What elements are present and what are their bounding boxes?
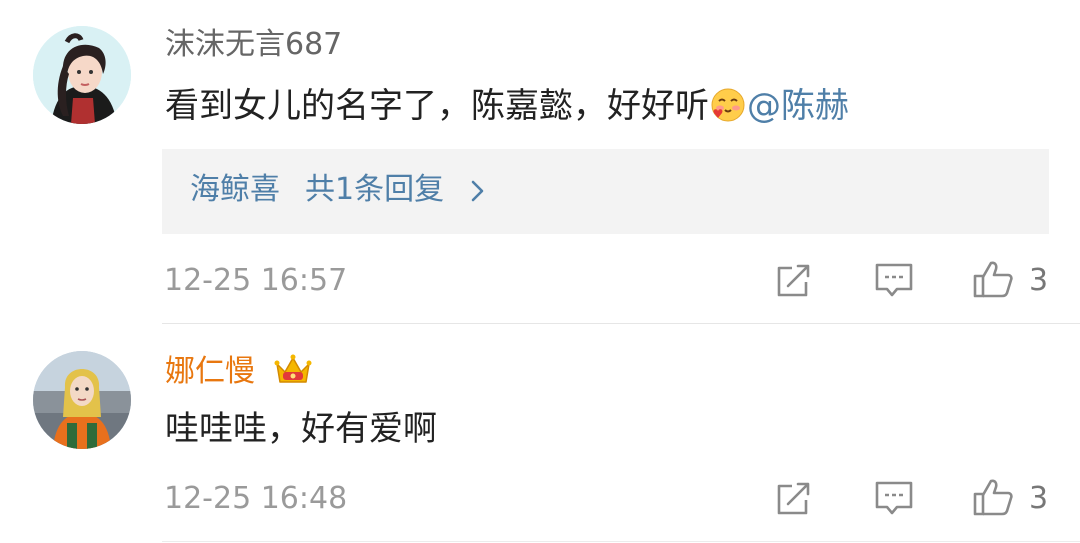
- share-icon[interactable]: [776, 262, 812, 298]
- timestamp: 12-25 16:48: [164, 481, 348, 516]
- comment-text: 看到女儿的名字了，陈嘉懿，好好听 @陈赫: [165, 84, 849, 128]
- avatar-girl-image: [33, 26, 131, 124]
- comment-text: 哇哇哇，好有爱啊: [165, 409, 437, 449]
- like-icon[interactable]: [972, 477, 1014, 517]
- reply-icon[interactable]: [874, 262, 914, 298]
- username[interactable]: 沫沫无言687: [165, 25, 342, 65]
- username[interactable]: 娜仁慢: [165, 352, 255, 392]
- reply-count[interactable]: 共1条回复: [305, 170, 444, 210]
- like-icon[interactable]: [972, 259, 1014, 299]
- cute-blush-emoji-icon: [711, 88, 745, 122]
- share-icon[interactable]: [776, 480, 812, 516]
- like-count: 3: [1029, 263, 1049, 298]
- chevron-right-icon: [471, 180, 484, 202]
- timestamp: 12-25 16:57: [164, 263, 348, 298]
- comment-item-1: 沫沫无言687 看到女儿的名字了，陈嘉懿，好好听 @陈赫 海鲸喜 共1条回复 1…: [0, 0, 1080, 323]
- reply-preview-box[interactable]: 海鲸喜 共1条回复: [162, 149, 1049, 234]
- avatar-hooded-person-image: [33, 351, 131, 449]
- bottom-divider: [162, 541, 1080, 542]
- avatar[interactable]: [33, 26, 131, 124]
- comment-body: 看到女儿的名字了，陈嘉懿，好好听: [165, 86, 709, 126]
- comment-item-2: 娜仁慢 哇哇哇，好有爱啊 12-25 16:48 3: [0, 324, 1080, 543]
- user-mention-link[interactable]: @陈赫: [747, 86, 849, 126]
- avatar[interactable]: [33, 351, 131, 449]
- reply-icon[interactable]: [874, 480, 914, 516]
- reply-author[interactable]: 海鲸喜: [190, 170, 280, 210]
- like-count: 3: [1029, 481, 1049, 516]
- crown-icon: [274, 354, 312, 383]
